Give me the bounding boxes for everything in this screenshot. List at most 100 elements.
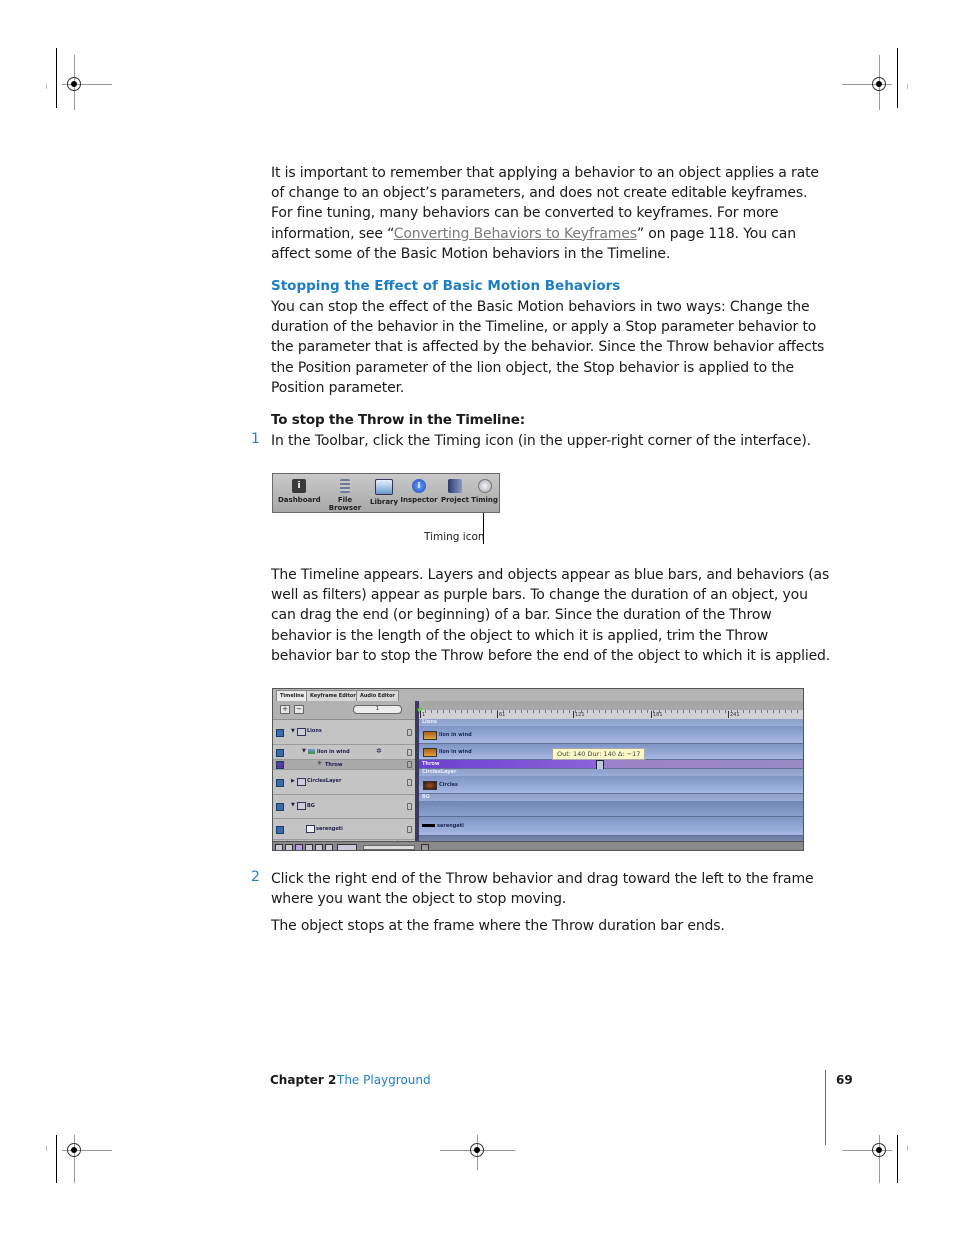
layer-row[interactable]: ▼ Lions	[273, 720, 415, 745]
tab-keyframe-editor[interactable]: Keyframe Editor	[306, 690, 360, 701]
clip-thumbnail	[422, 824, 435, 827]
inspector-icon: i	[412, 479, 426, 493]
registration-mark-icon	[67, 1143, 81, 1157]
toolbar-item-label: Project	[440, 496, 470, 504]
bar-label: 5 Objects	[431, 806, 458, 812]
checkbox-icon[interactable]	[276, 826, 284, 834]
toolbar-item-library[interactable]: Library	[370, 479, 398, 506]
toolbar-item-inspector[interactable]: i Inspector	[400, 479, 438, 504]
ruler-label: 61	[497, 711, 506, 718]
bar-label: lion in wind	[439, 749, 472, 755]
toolbar-item-timing[interactable]: Timing	[471, 479, 498, 504]
tab-audio-editor[interactable]: Audio Editor	[356, 690, 399, 701]
ruler-label: 121	[573, 711, 585, 718]
library-icon	[375, 479, 393, 495]
closing-paragraph: The object stops at the frame where the …	[271, 918, 725, 934]
crop-line	[897, 1135, 898, 1183]
checkbox-icon[interactable]	[276, 729, 284, 737]
remove-layer-button[interactable]: −	[294, 705, 304, 714]
keyframes-icon[interactable]	[295, 844, 303, 850]
zoom-slider[interactable]	[363, 845, 415, 850]
layer-stack-icon	[297, 728, 306, 736]
lock-icon[interactable]	[407, 803, 412, 810]
collapsed-objects-bar[interactable]: ≡ 5 Objects	[419, 801, 803, 817]
audio-icon[interactable]	[285, 844, 293, 850]
registration-mark-icon	[872, 1143, 886, 1157]
behavior-bar-throw[interactable]: Throw	[419, 760, 803, 770]
footer-divider	[825, 1070, 826, 1145]
layer-row[interactable]: ▼ BG	[273, 795, 415, 819]
clip-thumbnail	[423, 781, 437, 790]
bar-label: serengeti	[437, 823, 464, 829]
step-text: Click the right end of the Throw behavio…	[271, 871, 814, 908]
layer-stack-icon	[297, 802, 306, 810]
image-thumbnail-icon	[308, 749, 315, 754]
lock-icon[interactable]	[407, 729, 412, 736]
registration-mark-icon	[872, 77, 886, 91]
layer-row[interactable]: ▼ lion in wind ✲	[273, 745, 415, 760]
view-layers-icon[interactable]	[275, 844, 283, 850]
lock-icon[interactable]	[407, 761, 412, 768]
converting-behaviors-link[interactable]: Converting Behaviors to Keyframes	[394, 226, 637, 242]
toolbar-item-file-browser[interactable]: File Browser	[322, 479, 368, 512]
timeline-paragraph: The Timeline appears. Layers and objects…	[271, 567, 831, 664]
footer-chapter-title[interactable]: The Playground	[337, 1073, 431, 1087]
bar-label: Circles	[439, 782, 458, 788]
list-icon: ≡	[423, 805, 429, 812]
clip-thumbnail	[423, 748, 437, 757]
layer-name: lion in wind	[317, 749, 350, 755]
object-bar[interactable]: Circles	[419, 776, 803, 794]
toolbar-item-dashboard[interactable]: i Dashboard	[278, 479, 321, 504]
registration-mark-icon	[67, 77, 81, 91]
disclosure-triangle-icon[interactable]: ▼	[302, 748, 306, 754]
behaviors-icon[interactable]	[325, 844, 333, 850]
snap-icon[interactable]	[421, 844, 429, 850]
tab-timeline[interactable]: Timeline	[276, 690, 309, 701]
layer-stack-icon	[297, 778, 306, 786]
layers-controls: + − 1	[273, 701, 415, 720]
crop-line	[897, 48, 898, 108]
crop-tick	[46, 84, 47, 89]
clip-thumbnail	[423, 731, 437, 740]
layer-row[interactable]: ▶ CirclesLayer	[273, 770, 415, 795]
layers-pane: + − 1 ▼ Lions ▼ lion in wind ✲ ✳ Throw ▶…	[273, 701, 415, 850]
layer-row[interactable]: serengeti	[273, 819, 415, 840]
crop-line	[56, 48, 57, 108]
checkbox-icon[interactable]	[276, 761, 284, 769]
timeline-track-area: ▼ 1 61 121 181 241 Lions lion in wind li…	[417, 701, 803, 850]
filters-icon[interactable]	[305, 844, 313, 850]
disclosure-triangle-icon[interactable]: ▶	[291, 778, 295, 784]
frame-field[interactable]: 1	[353, 705, 402, 714]
track-size-icon[interactable]	[337, 844, 357, 850]
checkbox-icon[interactable]	[276, 749, 284, 757]
procedure-heading: To stop the Throw in the Timeline:	[271, 412, 525, 428]
toolbar-item-project[interactable]: Project	[440, 479, 470, 504]
toolbar-item-label: Dashboard	[278, 496, 321, 504]
behavior-gear-icon: ✲	[376, 747, 382, 755]
masks-icon[interactable]	[315, 844, 323, 850]
timeline-ruler[interactable]: ▼ 1 61 121 181 241	[417, 701, 803, 720]
layer-name: Lions	[307, 728, 322, 734]
layer-name: CirclesLayer	[307, 778, 342, 784]
disclosure-triangle-icon[interactable]: ▼	[291, 728, 295, 734]
add-layer-button[interactable]: +	[280, 705, 290, 714]
timeline-bottom-bar	[273, 841, 803, 850]
bar-label: lion in wind	[439, 732, 472, 738]
crop-tick	[907, 84, 908, 89]
layer-row-selected[interactable]: ✳ Throw	[273, 760, 415, 770]
checkbox-icon[interactable]	[276, 803, 284, 811]
footer-chapter: Chapter 2	[270, 1073, 337, 1087]
ruler-label: 241	[728, 711, 740, 718]
toolbar-item-label: Timing	[471, 496, 498, 504]
crop-tick	[907, 1146, 908, 1151]
disclosure-triangle-icon[interactable]: ▼	[291, 802, 295, 808]
lock-icon[interactable]	[407, 779, 412, 786]
image-icon	[306, 825, 315, 833]
lock-icon[interactable]	[407, 826, 412, 833]
lock-icon[interactable]	[407, 749, 412, 756]
object-bar[interactable]: lion in wind	[419, 726, 803, 744]
layer-name: Throw	[325, 762, 343, 768]
checkbox-icon[interactable]	[276, 779, 284, 787]
dashboard-icon: i	[292, 479, 306, 493]
object-bar[interactable]: serengeti	[419, 817, 803, 836]
